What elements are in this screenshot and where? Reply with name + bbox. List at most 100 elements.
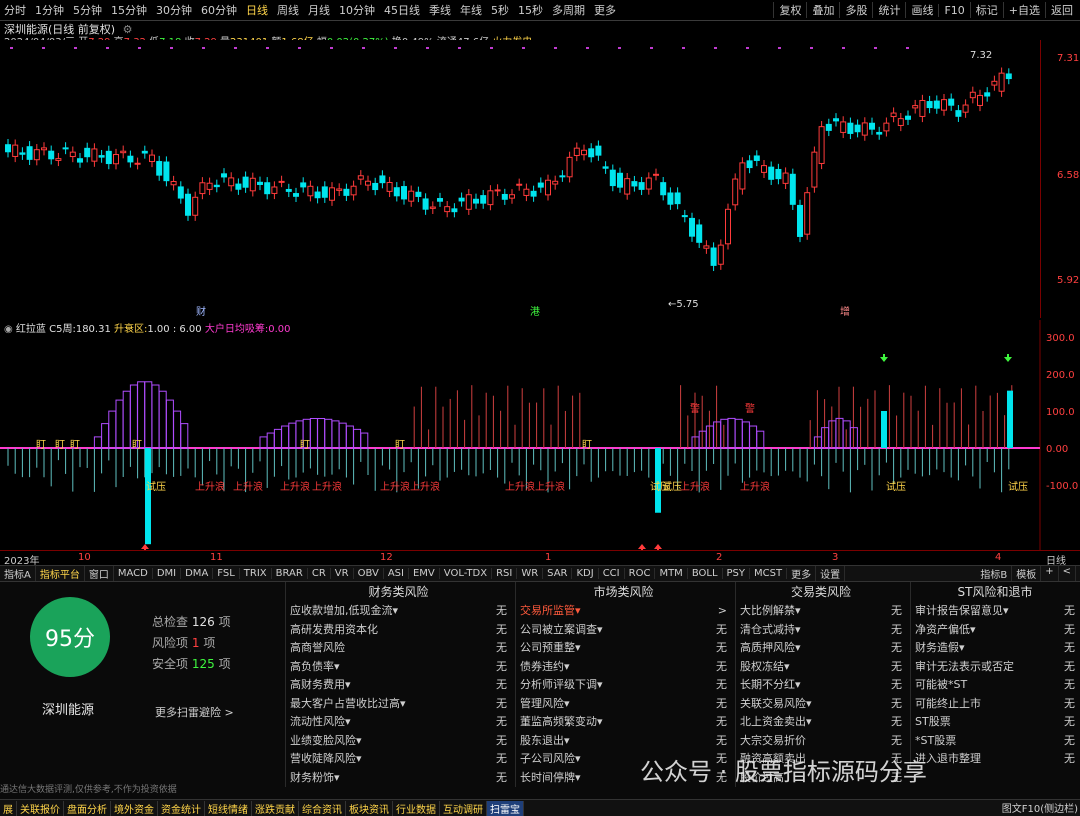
indicator-tab[interactable]: 指标平台 [36, 566, 85, 581]
risk-item[interactable]: 业绩变脸风险▾ 无 [286, 732, 511, 751]
more-risk-link[interactable]: 更多扫雷避险 > [155, 704, 234, 720]
bottom-tab[interactable]: 板块资讯 [346, 800, 393, 816]
toolbar-button[interactable]: 返回 [1045, 2, 1078, 18]
indicator-tab[interactable]: MCST [750, 568, 788, 579]
event-marker[interactable]: 港 [530, 306, 540, 318]
event-marker[interactable]: 财 [196, 305, 206, 318]
event-marker[interactable]: 增 [840, 305, 850, 318]
toolbar-button[interactable]: 叠加 [806, 2, 839, 18]
bottom-tab[interactable]: 涨跌贡献 [252, 800, 299, 816]
risk-item[interactable]: 可能终止上市 无 [911, 695, 1079, 714]
risk-item[interactable]: 应收款增加,低现金流▾ 无 [286, 602, 511, 621]
period-tab[interactable]: 10分钟 [339, 2, 375, 18]
indicator-tab[interactable]: ASI [384, 568, 409, 579]
risk-item[interactable]: 审计无法表示或否定 无 [911, 658, 1079, 677]
indicator-tab[interactable]: WR [517, 568, 544, 579]
indicator-tab[interactable]: RSI [492, 568, 518, 579]
period-tab[interactable]: 30分钟 [156, 2, 192, 18]
bottom-tab[interactable]: 短线情绪 [205, 800, 252, 816]
bottom-tab[interactable]: 境外资金 [111, 800, 158, 816]
toolbar-button[interactable]: 复权 [773, 2, 806, 18]
indicator-tab[interactable]: MACD [114, 568, 153, 579]
toolbar-button[interactable]: 标记 [969, 2, 1003, 18]
bottom-tab[interactable]: 展 [0, 800, 17, 816]
indicator-tab[interactable]: TRIX [240, 568, 272, 579]
bottom-tab[interactable]: 互动调研 [440, 800, 487, 816]
bottom-tab[interactable]: 盘面分析 [64, 800, 111, 816]
indicator-tab[interactable]: 设置 [816, 566, 846, 581]
risk-item[interactable]: 财务粉饰▾ 无 [286, 769, 511, 788]
risk-item[interactable]: 高研发费用资本化 无 [286, 621, 511, 640]
risk-item[interactable]: 大宗交易折价 无 [736, 732, 906, 751]
period-tab[interactable]: 季线 [429, 2, 451, 18]
indicator-tab[interactable]: KDJ [572, 568, 599, 579]
period-tab[interactable]: 1分钟 [35, 2, 64, 18]
indicator-tab[interactable]: MTM [655, 568, 688, 579]
indicator-tab[interactable]: CR [308, 568, 331, 579]
indicator-chart[interactable]: 300.0200.0100.00.00-100.0盯盯盯盯盯盯盯试压 试压试压 试压… [0, 320, 1080, 550]
indicator-tab[interactable]: VOL-TDX [440, 568, 493, 579]
toolbar-button[interactable]: 多股 [839, 2, 872, 18]
indicator-tab-right[interactable]: 模板 [1012, 566, 1042, 581]
period-tab[interactable]: 日线 [246, 2, 268, 18]
risk-item[interactable]: 审计报告保留意见▾ 无 [911, 602, 1079, 621]
f10-button[interactable]: 图文F10(侧边栏) [1002, 800, 1078, 815]
period-tab[interactable]: 15分钟 [111, 2, 147, 18]
period-tab[interactable]: 5分钟 [73, 2, 102, 18]
risk-item[interactable]: *ST股票 无 [911, 732, 1079, 751]
indicator-tab[interactable]: SAR [543, 568, 573, 579]
period-tab[interactable]: 更多 [594, 2, 616, 18]
indicator-tab[interactable]: BRAR [272, 568, 308, 579]
risk-item[interactable]: 股权冻结▾ 无 [736, 658, 906, 677]
period-tab[interactable]: 多周期 [552, 2, 585, 18]
risk-item[interactable]: 营收陡降风险▾ 无 [286, 750, 511, 769]
indicator-tab-right[interactable]: + [1041, 566, 1059, 581]
candlestick-chart[interactable]: 7.32 ←5.75 财 港 增 [0, 40, 1040, 318]
indicator-tab[interactable]: CCI [599, 568, 625, 579]
risk-item[interactable]: 公司被立案调查▾ 无 [516, 621, 731, 640]
risk-item[interactable]: 清仓式减持▾ 无 [736, 621, 906, 640]
bottom-tab[interactable]: 资金统计 [158, 800, 205, 816]
toolbar-button[interactable]: F10 [938, 3, 969, 17]
indicator-tab[interactable]: DMI [153, 568, 182, 579]
risk-item[interactable]: 管理风险▾ 无 [516, 695, 731, 714]
indicator-tab[interactable]: VR [331, 568, 354, 579]
indicator-tab[interactable]: DMA [181, 568, 214, 579]
indicator-tab[interactable]: FSL [213, 568, 240, 579]
risk-item[interactable]: 公司预重整▾ 无 [516, 639, 731, 658]
indicator-tab[interactable]: OBV [354, 568, 384, 579]
period-tab[interactable]: 周线 [277, 2, 299, 18]
indicator-tab[interactable]: PSY [723, 568, 751, 579]
indicator-tab[interactable]: 更多 [787, 566, 817, 581]
toolbar-button[interactable]: 画线 [905, 2, 938, 18]
period-tab[interactable]: 年线 [460, 2, 482, 18]
indicator-tab[interactable]: 窗口 [85, 566, 114, 581]
indicator-tab[interactable]: 指标A [0, 566, 36, 581]
risk-item[interactable]: 流动性风险▾ 无 [286, 713, 511, 732]
period-tab[interactable]: 月线 [308, 2, 330, 18]
risk-item[interactable]: 债券违约▾ 无 [516, 658, 731, 677]
risk-item[interactable]: 进入退市整理无 [911, 750, 1079, 769]
risk-item[interactable]: 交易所监管▾ > [516, 602, 731, 621]
period-tab[interactable]: 45日线 [384, 2, 420, 18]
risk-item[interactable]: 财务造假▾ 无 [911, 639, 1079, 658]
bottom-tab[interactable]: 关联报价 [17, 800, 64, 816]
risk-item[interactable]: 最大客户占营收比过高▾ 无 [286, 695, 511, 714]
period-tab[interactable]: 60分钟 [201, 2, 237, 18]
bottom-tab[interactable]: 扫雷宝 [487, 800, 524, 816]
risk-item[interactable]: 高财务费用▾ 无 [286, 676, 511, 695]
indicator-toggle-icon[interactable]: ◉ [4, 324, 13, 335]
toolbar-button[interactable]: 统计 [872, 2, 905, 18]
bottom-tab[interactable]: 综合资讯 [299, 800, 346, 816]
toolbar-button[interactable]: +自选 [1002, 2, 1045, 18]
period-tab[interactable]: 5秒 [491, 2, 509, 18]
bottom-tab[interactable]: 行业数据 [393, 800, 440, 816]
risk-item[interactable]: 长期不分红▾ 无 [736, 676, 906, 695]
risk-item[interactable]: ST股票 无 [911, 713, 1079, 732]
risk-item[interactable]: 可能被*ST 无 [911, 676, 1079, 695]
risk-item[interactable]: 净资产偏低▾ 无 [911, 621, 1079, 640]
indicator-tab-right[interactable]: < [1059, 566, 1076, 581]
indicator-tab[interactable]: ROC [625, 568, 656, 579]
risk-item[interactable]: 分析师评级下调▾ 无 [516, 676, 731, 695]
period-tab[interactable]: 15秒 [518, 2, 543, 18]
